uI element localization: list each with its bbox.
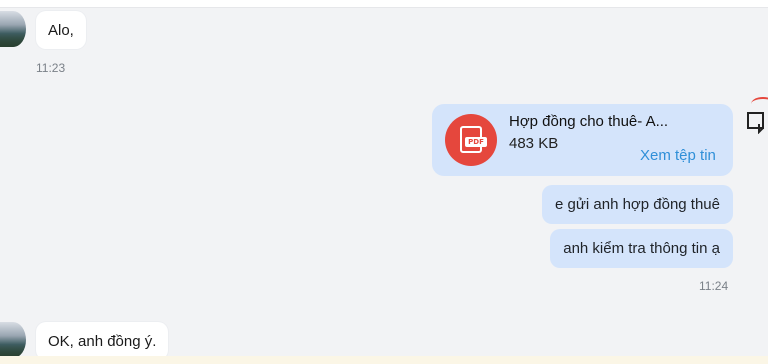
- notification-arc: [751, 97, 768, 111]
- incoming-message-bubble[interactable]: OK, anh đồng ý.: [36, 322, 169, 360]
- composer-strip: [0, 356, 768, 364]
- contact-avatar[interactable]: [0, 11, 26, 47]
- pdf-label: PDF: [465, 137, 487, 147]
- chat-top-border: [0, 0, 768, 8]
- pdf-document-icon: PDF: [460, 126, 487, 153]
- message-timestamp: 11:24: [699, 279, 729, 293]
- view-file-link[interactable]: Xem tệp tin: [640, 147, 716, 164]
- message-text: e gửi anh hợp đồng thuê: [554, 196, 720, 213]
- pdf-file-icon: PDF: [445, 114, 497, 166]
- incoming-message-bubble[interactable]: Alo,: [36, 11, 86, 49]
- message-text: anh kiểm tra thông tin ạ: [563, 240, 720, 257]
- message-text: Alo,: [48, 21, 74, 39]
- file-size: 483 KB: [509, 135, 559, 152]
- outgoing-message-bubble[interactable]: anh kiểm tra thông tin ạ: [550, 229, 733, 268]
- outgoing-message-bubble[interactable]: e gửi anh hợp đồng thuê: [541, 185, 733, 224]
- message-text: OK, anh đồng ý.: [48, 332, 157, 350]
- file-message-card[interactable]: PDF Hợp đồng cho thuê- A... 483 KB Xem t…: [432, 104, 733, 176]
- message-timestamp: 11:23: [36, 61, 66, 75]
- share-icon[interactable]: [746, 110, 766, 134]
- file-name: Hợp đồng cho thuê- A...: [509, 113, 669, 130]
- contact-avatar[interactable]: [0, 322, 26, 358]
